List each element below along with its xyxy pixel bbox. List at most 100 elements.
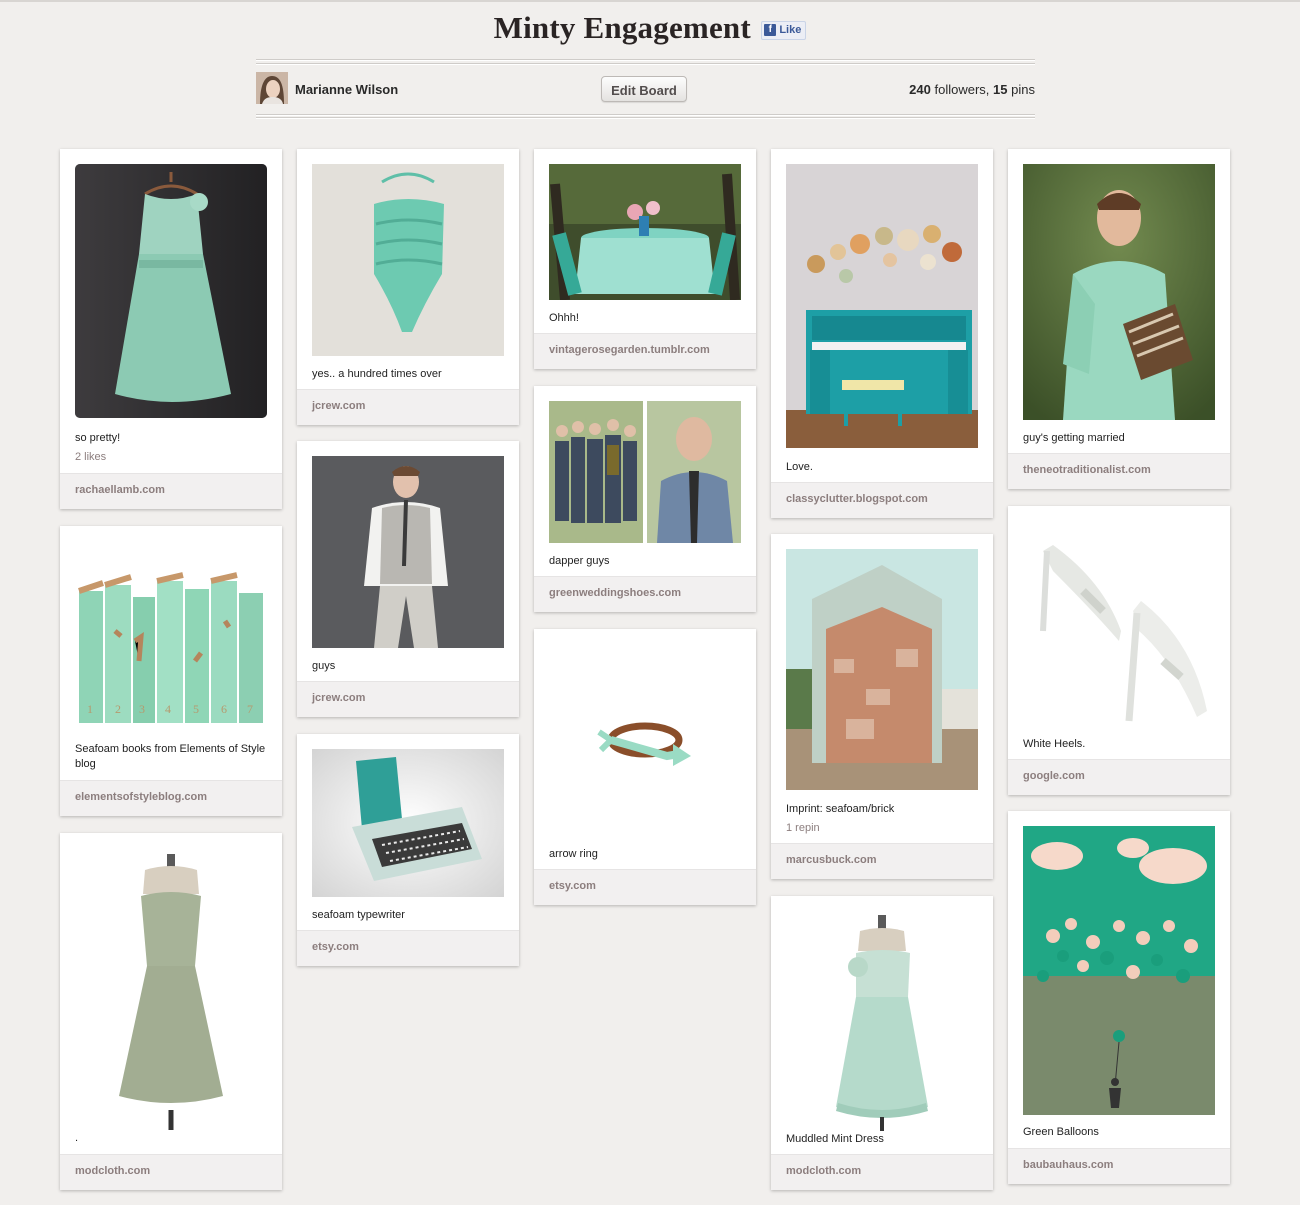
pin-image-mint-chiffon-dress[interactable] xyxy=(75,164,267,418)
pin-card[interactable]: Ohhh! vintagerosegarden.tumblr.com xyxy=(534,149,756,369)
pin-image-mint-table-setting[interactable] xyxy=(549,164,741,300)
avatar[interactable] xyxy=(256,72,288,104)
svg-text:3: 3 xyxy=(139,702,145,716)
svg-text:7: 7 xyxy=(247,702,253,716)
pin-card[interactable]: so pretty! 2 likes rachaellamb.com xyxy=(60,149,282,509)
pins-label: pins xyxy=(1011,82,1035,97)
pin-card[interactable]: Muddled Mint Dress modcloth.com xyxy=(771,896,993,1190)
followers-label: followers, xyxy=(934,82,990,97)
pin-card[interactable]: arrow ring etsy.com xyxy=(534,629,756,905)
pin-image-seafoam-brick-house[interactable] xyxy=(786,549,978,790)
pin-description: Imprint: seafoam/brick xyxy=(786,803,895,815)
header-divider-bottom xyxy=(256,114,1035,116)
pin-card[interactable]: White Heels. google.com xyxy=(1008,506,1230,795)
pin-source-link[interactable]: etsy.com xyxy=(549,880,596,892)
board-title: Minty Engagement xyxy=(493,10,751,45)
pin-source-link[interactable]: marcusbuck.com xyxy=(786,854,876,866)
pin-card[interactable]: 1 2 3 4 5 6 7 Seafoam books from Element… xyxy=(60,526,282,816)
pin-image-arrow-ring[interactable] xyxy=(549,644,741,836)
pin-description: Love. xyxy=(786,461,813,473)
pin-source-link[interactable]: vintagerosegarden.tumblr.com xyxy=(549,344,710,356)
facebook-like-button[interactable]: f Like xyxy=(761,20,807,40)
pin-description: White Heels. xyxy=(1023,738,1086,750)
pin-description: Muddled Mint Dress xyxy=(786,1133,884,1145)
board-stats: 240 followers, 15 pins xyxy=(909,82,1035,97)
edit-board-button[interactable]: Edit Board xyxy=(601,76,687,102)
pin-card[interactable]: guys jcrew.com xyxy=(297,441,519,717)
header-divider-top-2 xyxy=(256,63,1035,65)
pin-description: Seafoam books from Elements of Style blo… xyxy=(75,743,266,770)
svg-text:1: 1 xyxy=(87,702,93,716)
pin-source-link[interactable]: theneotraditionalist.com xyxy=(1023,464,1151,476)
pin-image-mint-babydoll-dress[interactable] xyxy=(786,911,978,1131)
svg-text:4: 4 xyxy=(165,702,171,716)
pin-image-man-in-grey-vest[interactable] xyxy=(312,456,504,648)
pin-image-man-holding-book[interactable] xyxy=(1023,164,1215,420)
top-border xyxy=(0,0,1300,2)
pin-source[interactable]: vintagerosegarden.tumblr.com xyxy=(534,333,756,369)
pin-source-link[interactable]: classyclutter.blogspot.com xyxy=(786,493,928,505)
pin-description: yes.. a hundred times over xyxy=(312,368,442,380)
pin-source-link[interactable]: jcrew.com xyxy=(312,692,365,704)
pin-card[interactable]: Green Balloons baubauhaus.com xyxy=(1008,811,1230,1184)
pins-count: 15 xyxy=(993,82,1008,97)
svg-text:2: 2 xyxy=(115,702,121,716)
pin-source[interactable]: marcusbuck.com xyxy=(771,843,993,879)
facebook-like-label: Like xyxy=(779,24,802,36)
pin-card[interactable]: guy's getting married theneotraditionali… xyxy=(1008,149,1230,489)
svg-text:6: 6 xyxy=(221,702,227,716)
pin-likes[interactable]: 2 likes xyxy=(75,451,106,463)
pin-source-link[interactable]: baubauhaus.com xyxy=(1023,1159,1113,1171)
pin-source[interactable]: baubauhaus.com xyxy=(1008,1148,1230,1184)
pin-image-seafoam-typewriter[interactable] xyxy=(312,749,504,897)
pin-card[interactable]: Imprint: seafoam/brick 1 repin marcusbuc… xyxy=(771,534,993,879)
pin-description: dapper guys xyxy=(549,555,610,567)
pin-description: Ohhh! xyxy=(549,312,579,324)
pin-source[interactable]: etsy.com xyxy=(534,869,756,905)
pin-source-link[interactable]: rachaellamb.com xyxy=(75,484,165,496)
pin-card[interactable]: yes.. a hundred times over jcrew.com xyxy=(297,149,519,425)
pin-source[interactable]: elementsofstyleblog.com xyxy=(60,780,282,816)
pin-description: Green Balloons xyxy=(1023,1126,1099,1138)
pin-description: so pretty! xyxy=(75,432,121,444)
followers-count[interactable]: 240 xyxy=(909,82,931,97)
pin-source[interactable]: greenweddingshoes.com xyxy=(534,576,756,612)
pin-image-sage-strapless-dress[interactable] xyxy=(75,848,267,1130)
pin-source-link[interactable]: modcloth.com xyxy=(786,1165,861,1177)
pin-card[interactable]: seafoam typewriter etsy.com xyxy=(297,734,519,966)
header-divider-top xyxy=(256,59,1035,61)
pin-description: arrow ring xyxy=(549,848,598,860)
pin-source-link[interactable]: jcrew.com xyxy=(312,400,365,412)
pin-source[interactable]: etsy.com xyxy=(297,930,519,966)
board-header: Minty Engagement f Like xyxy=(0,10,1300,46)
pin-source[interactable]: classyclutter.blogspot.com xyxy=(771,482,993,518)
pin-source[interactable]: modcloth.com xyxy=(771,1154,993,1190)
svg-text:5: 5 xyxy=(193,702,199,716)
pin-source[interactable]: jcrew.com xyxy=(297,681,519,717)
board-meta-bar: Marianne Wilson Edit Board 240 followers… xyxy=(256,70,1035,108)
pin-card[interactable]: dapper guys greenweddingshoes.com xyxy=(534,386,756,612)
header-divider-bottom-2 xyxy=(256,117,1035,119)
pin-source-link[interactable]: google.com xyxy=(1023,770,1085,782)
pin-image-green-balloons[interactable] xyxy=(1023,826,1215,1115)
facebook-icon: f xyxy=(764,24,777,36)
pin-image-white-heels[interactable] xyxy=(1023,521,1215,729)
pin-source-link[interactable]: elementsofstyleblog.com xyxy=(75,791,207,803)
pin-source-link[interactable]: greenweddingshoes.com xyxy=(549,587,681,599)
pin-image-seafoam-books[interactable]: 1 2 3 4 5 6 7 xyxy=(75,541,267,737)
pin-source[interactable]: jcrew.com xyxy=(297,389,519,425)
pin-description: seafoam typewriter xyxy=(312,909,405,921)
pin-card[interactable]: . modcloth.com xyxy=(60,833,282,1190)
pin-image-mint-swimsuit[interactable] xyxy=(312,164,504,356)
pin-source[interactable]: google.com xyxy=(1008,759,1230,795)
pin-source[interactable]: modcloth.com xyxy=(60,1154,282,1190)
pin-repins[interactable]: 1 repin xyxy=(786,822,820,834)
pin-source-link[interactable]: etsy.com xyxy=(312,941,359,953)
pin-image-groomsmen-collage[interactable] xyxy=(549,401,741,543)
pin-source-link[interactable]: modcloth.com xyxy=(75,1165,150,1177)
pin-image-turquoise-piano[interactable] xyxy=(786,164,978,448)
pin-source[interactable]: rachaellamb.com xyxy=(60,473,282,509)
pin-card[interactable]: Love. classyclutter.blogspot.com xyxy=(771,149,993,518)
pin-source[interactable]: theneotraditionalist.com xyxy=(1008,453,1230,489)
board-owner-name[interactable]: Marianne Wilson xyxy=(295,82,398,97)
